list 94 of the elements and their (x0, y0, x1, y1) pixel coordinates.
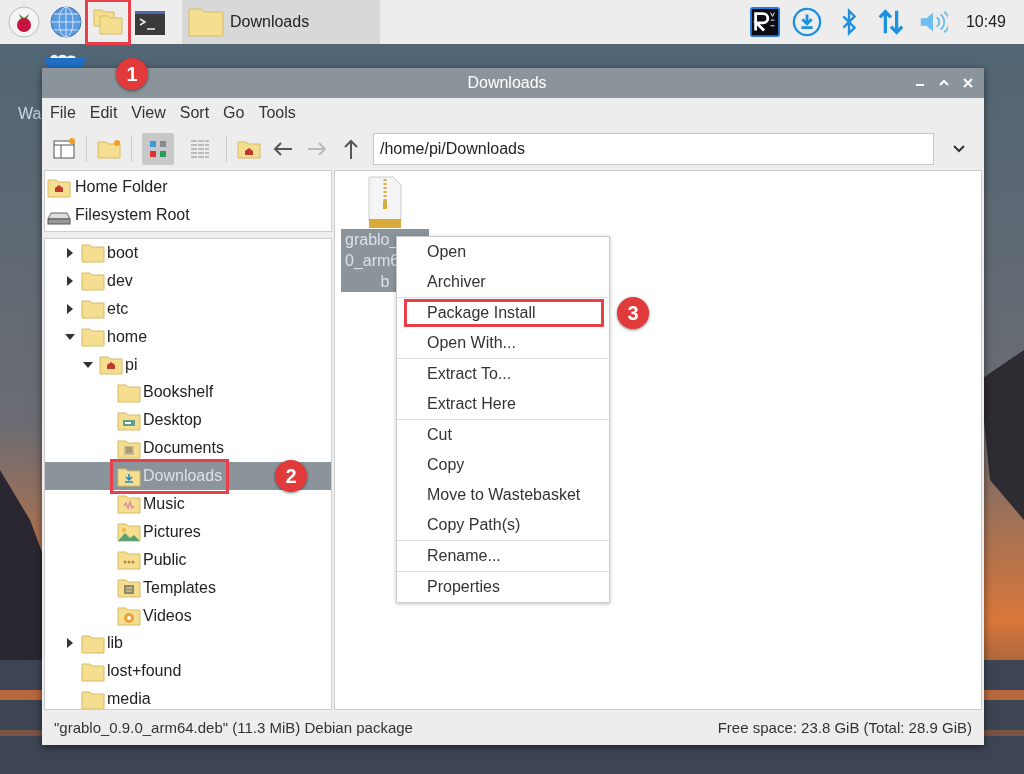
collapse-arrow-icon[interactable] (83, 359, 93, 370)
menu-item[interactable]: Edit (89, 102, 118, 124)
context-menu-item[interactable]: Extract Here (427, 395, 516, 413)
context-menu-item[interactable]: Cut (427, 426, 452, 444)
home-folder-icon[interactable] (47, 176, 71, 198)
context-menu-item[interactable]: Open With... (427, 334, 516, 352)
trash-icon[interactable] (42, 52, 88, 68)
tree-label: boot (107, 243, 139, 262)
desktop-icon-label: Wa (18, 105, 42, 123)
context-menu-item[interactable]: Package Install (427, 304, 536, 322)
tree-label: Public (143, 550, 187, 569)
downloads-folder-icon (117, 465, 141, 487)
context-menu-item[interactable]: Properties (427, 578, 500, 596)
tree-row[interactable]: dev (45, 266, 331, 295)
tree-label: Music (143, 494, 185, 513)
tree-row[interactable]: lib (45, 629, 331, 658)
expand-arrow-icon[interactable] (65, 638, 75, 649)
tree-row[interactable]: Public (45, 545, 331, 574)
templates-folder-icon (117, 577, 141, 599)
taskbar-window-button[interactable]: Downloads (182, 0, 380, 44)
folder-icon (81, 326, 105, 348)
context-menu-item[interactable]: Archiver (427, 273, 486, 291)
path-field[interactable]: /home/pi/Downloads (373, 133, 934, 165)
folder-icon (81, 270, 105, 292)
vnc-icon[interactable] (749, 7, 780, 37)
documents-folder-icon (117, 437, 141, 459)
collapse-arrow-icon[interactable] (65, 331, 75, 342)
menu-item[interactable]: Sort (179, 102, 210, 124)
clock[interactable]: 10:49 (965, 13, 1006, 31)
place-label[interactable]: Filesystem Root (75, 206, 190, 224)
tree-label: pi (125, 355, 138, 374)
tree-label: Documents (143, 439, 224, 458)
tree-row[interactable]: pi (45, 350, 331, 379)
context-menu-item[interactable]: Move to Wastebasket (427, 486, 581, 504)
tree-label: lost+found (107, 662, 182, 681)
tree-label: home (107, 327, 148, 346)
folder-icon (81, 298, 105, 320)
tree-row[interactable]: home (45, 322, 331, 351)
menu-item[interactable]: Go (223, 102, 245, 124)
tree-label: media (107, 690, 151, 709)
tree-row[interactable]: Videos (45, 601, 331, 630)
folder-icon (81, 688, 105, 709)
folder-icon (81, 632, 105, 654)
raspberry-icon[interactable] (8, 6, 40, 38)
tree-label: Pictures (143, 522, 201, 541)
place-label[interactable]: Home Folder (75, 178, 168, 196)
globe-icon[interactable] (50, 6, 82, 38)
folder-icon (117, 381, 141, 403)
context-menu-item[interactable]: Rename... (427, 547, 501, 565)
context-menu-item[interactable]: Copy Path(s) (427, 516, 521, 534)
expand-arrow-icon[interactable] (65, 303, 75, 314)
context-menu-item[interactable]: Copy (427, 456, 465, 474)
public-folder-icon (117, 549, 141, 571)
pictures-folder-icon (117, 521, 141, 543)
close-icon[interactable] (962, 77, 974, 89)
tree-label: lib (107, 634, 123, 653)
home-folder-icon (99, 354, 123, 375)
tree-row[interactable]: boot (45, 239, 331, 267)
download-icon[interactable] (791, 7, 822, 37)
folder-icon (81, 660, 105, 682)
free-space-text: Free space: 23.8 GiB (Total: 28.9 GiB) (717, 719, 972, 736)
step-badge: 2 (275, 460, 307, 493)
tree-label: Downloads (143, 467, 223, 486)
desktop-folder-icon (117, 409, 141, 431)
icon-view-icon[interactable] (142, 133, 174, 165)
tree-row[interactable]: lost+found (45, 657, 331, 686)
tree-row[interactable]: Pictures (45, 517, 331, 546)
tree-label: Bookshelf (143, 383, 214, 402)
context-menu-item[interactable]: Open (427, 243, 467, 261)
tree-row[interactable]: Documents (45, 434, 331, 463)
tree-row[interactable]: etc (45, 294, 331, 323)
tree-label: Desktop (143, 411, 202, 430)
folder-icon (81, 242, 105, 264)
expand-arrow-icon[interactable] (65, 275, 75, 286)
menu-item[interactable]: File (50, 102, 76, 124)
menu-item[interactable]: Tools (258, 102, 296, 124)
context-menu-item[interactable]: Extract To... (427, 365, 512, 383)
music-folder-icon (117, 493, 141, 515)
tree-label: dev (107, 271, 133, 290)
tree-row[interactable]: Templates (45, 573, 331, 602)
tree-row[interactable]: Bookshelf (45, 378, 331, 407)
videos-folder-icon (117, 605, 141, 626)
folder-icon (188, 7, 224, 37)
status-text: "grablo_0.9.0_arm64.deb" (11.3 MiB) Debian package (54, 719, 413, 736)
menu-item[interactable]: View (131, 102, 166, 124)
tree-label: Videos (143, 606, 192, 625)
tree-row[interactable]: Desktop (45, 406, 331, 435)
dropdown-caret-icon[interactable] (952, 144, 966, 154)
tree-label: etc (107, 299, 129, 318)
expand-arrow-icon[interactable] (65, 247, 75, 258)
tree-row[interactable]: Music (45, 490, 331, 518)
tree-label: Templates (143, 578, 216, 597)
new-window-icon[interactable] (52, 137, 76, 161)
tree-row[interactable]: media (45, 685, 331, 709)
